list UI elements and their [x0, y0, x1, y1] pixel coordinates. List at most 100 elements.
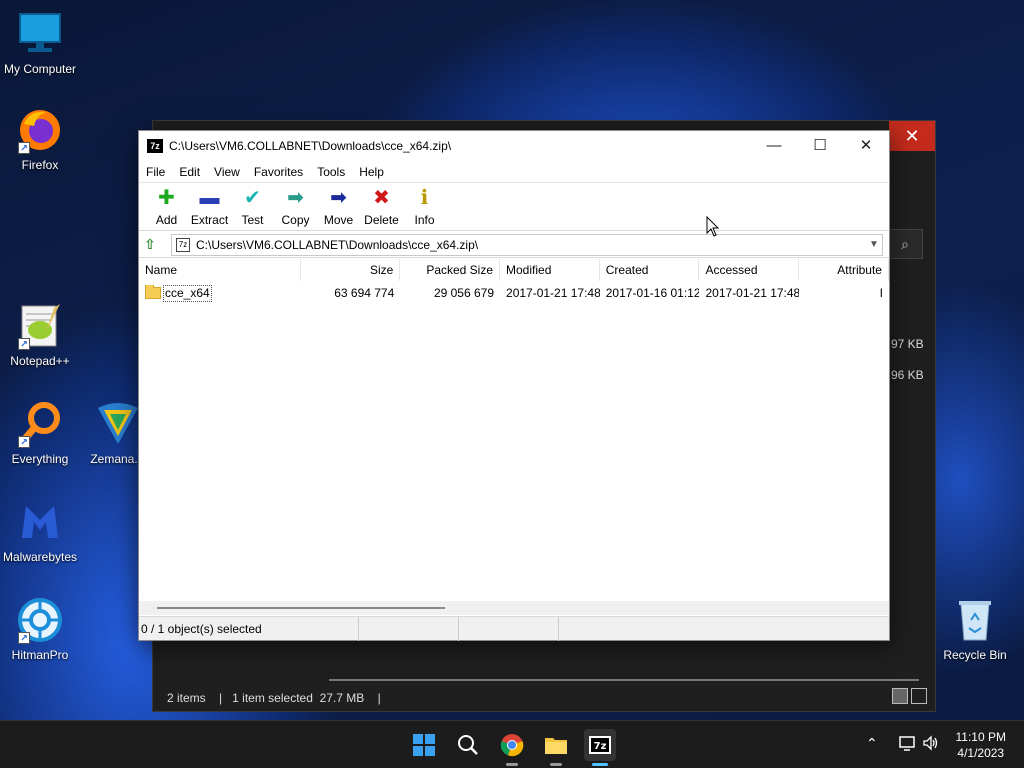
- info-button[interactable]: ℹ Info: [403, 183, 446, 230]
- toolbar: ✚ Add ▬ Extract ✔ Test ➡ Copy ➡ Move ✖ D…: [139, 183, 889, 231]
- archive-icon: 7z: [176, 237, 190, 252]
- window-title: C:\Users\VM6.COLLABNET\Downloads\cce_x64…: [169, 139, 452, 153]
- menu-help[interactable]: Help: [352, 165, 391, 179]
- shortcut-arrow-icon: ↗: [18, 632, 30, 644]
- move-label: Move: [323, 213, 354, 227]
- column-size[interactable]: Size: [301, 259, 401, 281]
- status-cell-2: [359, 616, 459, 641]
- desktop-icon-label: Everything: [11, 452, 69, 466]
- title-bar[interactable]: 7z C:\Users\VM6.COLLABNET\Downloads\cce_…: [139, 131, 889, 161]
- info-label: Info: [414, 213, 435, 227]
- desktop-icon-label: My Computer: [3, 62, 77, 76]
- shortcut-arrow-icon: ↗: [18, 142, 30, 154]
- column-modified[interactable]: Modified: [500, 259, 600, 281]
- scrollbar-thumb[interactable]: [157, 607, 445, 609]
- menu-edit[interactable]: Edit: [172, 165, 207, 179]
- delete-icon: ✖: [373, 187, 390, 209]
- status-separator: |: [377, 691, 381, 705]
- menu-file[interactable]: File: [139, 165, 172, 179]
- row-size: 63 694 774: [334, 286, 395, 300]
- 7zip-icon[interactable]: 7z: [584, 729, 616, 766]
- desktop-icon-my-computer[interactable]: My Computer: [0, 10, 80, 76]
- row-attribute: I: [879, 286, 883, 300]
- desktop-icon-label: Notepad++: [10, 354, 70, 368]
- desktop-icon-recycle-bin[interactable]: Recycle Bin: [935, 596, 1015, 662]
- menu-tools[interactable]: Tools: [310, 165, 352, 179]
- clock-time: 11:10 PM: [955, 730, 1006, 744]
- tiles-view-icon[interactable]: [911, 688, 927, 704]
- test-button[interactable]: ✔ Test: [231, 183, 274, 230]
- desktop-icon-label: Recycle Bin: [943, 648, 1007, 662]
- chevron-up-icon[interactable]: ⌃: [866, 735, 878, 752]
- move-button[interactable]: ➡ Move: [317, 183, 360, 230]
- notepadpp-icon: ↗: [16, 302, 64, 350]
- horizontal-scrollbar[interactable]: [139, 601, 889, 615]
- start-icon[interactable]: [408, 729, 440, 761]
- menu-view[interactable]: View: [207, 165, 247, 179]
- address-field[interactable]: 7z C:\Users\VM6.COLLABNET\Downloads\cce_…: [171, 233, 883, 256]
- address-path: C:\Users\VM6.COLLABNET\Downloads\cce_x64…: [196, 237, 479, 252]
- column-name[interactable]: Name: [139, 259, 301, 281]
- column-packed-size[interactable]: Packed Size: [400, 259, 501, 281]
- desktop-icon-notepadpp[interactable]: ↗ Notepad++: [0, 302, 80, 368]
- menu-bar: File Edit View Favorites Tools Help: [139, 161, 889, 183]
- clock-date: 4/1/2023: [957, 746, 1005, 760]
- status-bar: 0 / 1 object(s) selected: [139, 616, 889, 641]
- copy-icon: ➡: [287, 187, 304, 209]
- volume-icon[interactable]: [922, 734, 940, 755]
- selected-count: 1 item selected: [232, 691, 313, 705]
- extract-icon: ▬: [199, 187, 220, 209]
- explorer-scrollbar[interactable]: [329, 679, 919, 681]
- system-clock[interactable]: 11:10 PM 4/1/2023: [956, 729, 1006, 761]
- minimize-button[interactable]: —: [751, 131, 797, 161]
- firefox-icon: ↗: [16, 106, 64, 154]
- desktop-icon-everything[interactable]: ↗ Everything: [0, 400, 80, 466]
- explorer-search-icon[interactable]: ⌕: [887, 229, 923, 259]
- shortcut-arrow-icon: ↗: [18, 436, 30, 448]
- folder-up-icon[interactable]: ⇧: [139, 236, 161, 253]
- row-name: cce_x64: [163, 284, 212, 302]
- column-attribute[interactable]: Attribute: [799, 259, 889, 281]
- delete-button[interactable]: ✖ Delete: [360, 183, 403, 230]
- table-row[interactable]: cce_x64 63 694 774 29 056 679 2017-01-21…: [139, 283, 889, 303]
- file-explorer-icon[interactable]: [540, 729, 572, 766]
- recycle-bin-icon: [951, 596, 999, 644]
- active-indicator: [592, 763, 608, 766]
- desktop-icon-label: HitmanPro: [11, 648, 69, 662]
- explorer-status-bar: 2 items | 1 item selected 27.7 MB |: [167, 691, 381, 705]
- info-icon: ℹ: [420, 187, 429, 209]
- status-cell-3: [459, 616, 559, 641]
- chrome-icon[interactable]: [496, 729, 528, 766]
- add-button[interactable]: ✚ Add: [145, 183, 188, 230]
- extract-label: Extract: [190, 213, 229, 227]
- desktop-icon-firefox[interactable]: ↗ Firefox: [0, 106, 80, 172]
- column-created[interactable]: Created: [600, 259, 700, 281]
- taskbar: 7z ⌃ 11:10 PM 4/1/2023: [0, 720, 1024, 768]
- maximize-button[interactable]: ☐: [797, 131, 843, 161]
- 7zip-window[interactable]: 7z C:\Users\VM6.COLLABNET\Downloads\cce_…: [138, 130, 890, 641]
- extract-button[interactable]: ▬ Extract: [188, 183, 231, 230]
- running-indicator: [506, 763, 518, 766]
- add-icon: ✚: [158, 187, 175, 209]
- desktop-icon-hitmanpro[interactable]: ↗ HitmanPro: [0, 596, 80, 662]
- row-name-cell: cce_x64: [139, 284, 301, 302]
- mouse-cursor-icon: [706, 216, 720, 237]
- desktop-icon-label: Firefox: [21, 158, 59, 172]
- copy-button[interactable]: ➡ Copy: [274, 183, 317, 230]
- malwarebytes-icon: [16, 498, 64, 546]
- chevron-down-icon[interactable]: ▼: [866, 239, 882, 250]
- file-size-2: 96 KB: [891, 368, 924, 382]
- explorer-close-button[interactable]: ✕: [889, 121, 935, 151]
- details-view-icon[interactable]: [892, 688, 908, 704]
- close-button[interactable]: ✕: [843, 131, 889, 161]
- search-icon[interactable]: [452, 729, 484, 761]
- menu-favorites[interactable]: Favorites: [247, 165, 310, 179]
- desktop-icon-malwarebytes[interactable]: Malwarebytes: [0, 498, 80, 564]
- status-separator: |: [219, 691, 223, 705]
- shortcut-arrow-icon: ↗: [18, 338, 30, 350]
- column-accessed[interactable]: Accessed: [699, 259, 800, 281]
- selected-size: 27.7 MB: [319, 691, 365, 705]
- move-icon: ➡: [330, 187, 347, 209]
- delete-label: Delete: [364, 213, 399, 227]
- network-icon[interactable]: [898, 734, 916, 755]
